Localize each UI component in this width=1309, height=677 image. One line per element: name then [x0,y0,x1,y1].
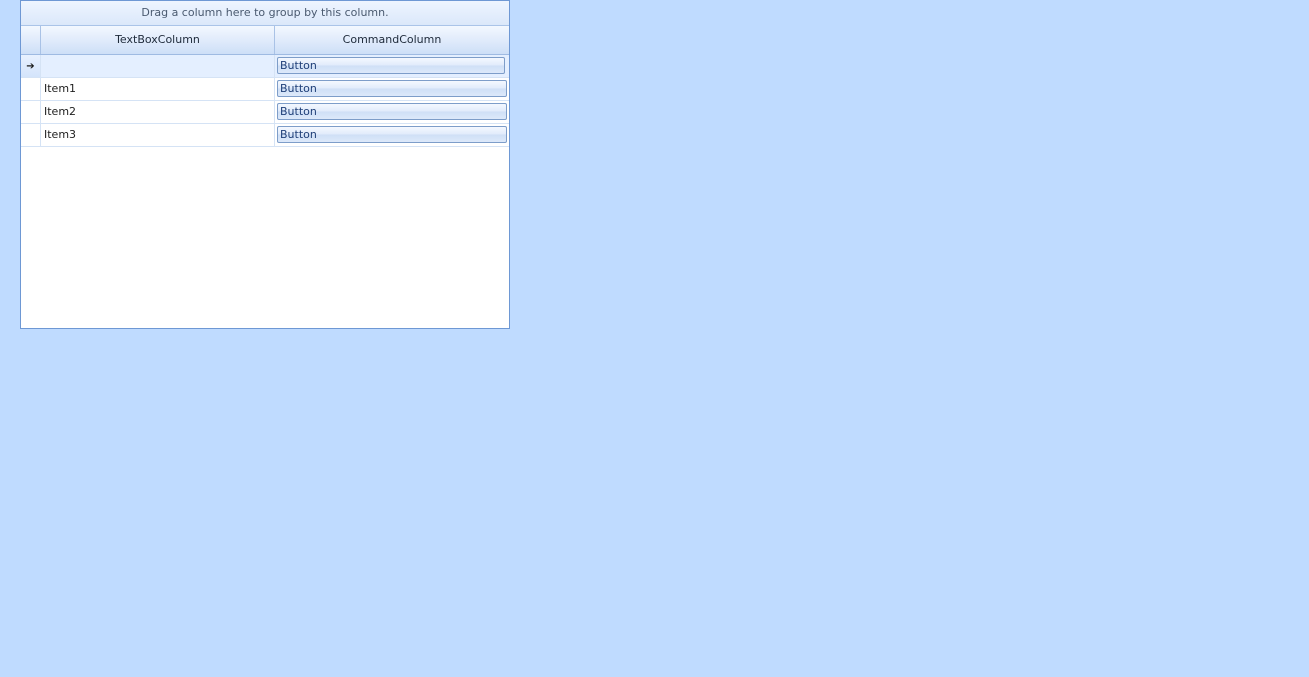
table-row[interactable]: Item2 Button [21,101,509,124]
row-command-button[interactable]: Button [277,80,507,97]
textbox-cell[interactable]: Item3 [41,124,275,146]
data-grid[interactable]: Drag a column here to group by this colu… [20,0,510,329]
row-header[interactable] [21,124,41,146]
row-command-button[interactable]: Button [277,57,505,74]
grid-rows: ➔ Button Item1 Button Item2 Button Item3… [21,55,509,147]
column-header-textbox[interactable]: TextBoxColumn [41,26,275,54]
column-header-row: TextBoxColumn CommandColumn [21,26,509,55]
table-row[interactable]: Item1 Button [21,78,509,101]
row-header[interactable] [21,101,41,123]
group-by-panel[interactable]: Drag a column here to group by this colu… [21,1,509,26]
table-row-new[interactable]: ➔ Button [21,55,509,78]
current-row-arrow-icon: ➔ [21,55,41,77]
table-row[interactable]: Item3 Button [21,124,509,147]
textbox-cell[interactable]: Item1 [41,78,275,100]
column-header-command[interactable]: CommandColumn [275,26,509,54]
command-cell: Button [275,124,509,146]
row-command-button[interactable]: Button [277,103,507,120]
command-cell: Button [275,55,509,77]
row-header[interactable] [21,78,41,100]
command-cell: Button [275,78,509,100]
textbox-cell[interactable]: Item2 [41,101,275,123]
textbox-cell[interactable] [41,55,275,77]
command-cell: Button [275,101,509,123]
row-header-corner [21,26,41,54]
row-command-button[interactable]: Button [277,126,507,143]
